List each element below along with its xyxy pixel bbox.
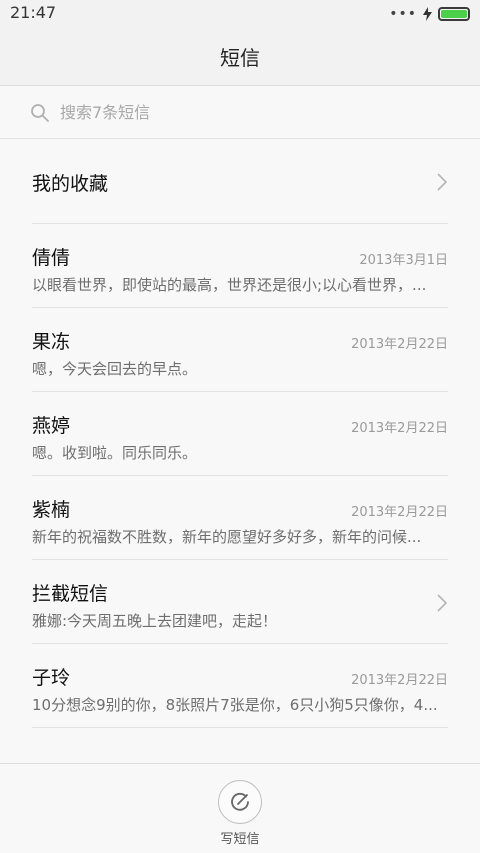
message-date: 2013年2月22日 <box>351 421 448 436</box>
search-input[interactable] <box>60 103 440 122</box>
message-preview: 10分想念9别的你，8张照片7张是你，6只小狗5只像你，4... <box>32 696 438 714</box>
blocked-messages-row[interactable]: 拦截短信 雅娜:今天周五晚上去团建吧，走起！ <box>0 560 480 644</box>
charging-bolt-icon <box>423 7 432 21</box>
message-date: 2013年2月22日 <box>351 337 448 352</box>
contact-name: 紫楠 <box>32 499 71 521</box>
title-bar: 短信 <box>0 28 480 86</box>
battery-icon <box>438 7 470 21</box>
message-date: 2013年3月1日 <box>359 253 448 268</box>
status-time: 21:47 <box>10 3 57 22</box>
blocked-messages-title: 拦截短信 <box>32 583 109 605</box>
conversation-row[interactable]: 子玲 2013年2月22日 10分想念9别的你，8张照片7张是你，6只小狗5只像… <box>0 644 480 728</box>
favorites-label: 我的收藏 <box>32 173 109 195</box>
signal-icon: ••• <box>389 6 417 22</box>
message-preview: 嗯，今天会回去的早点。 <box>32 360 198 378</box>
conversation-row[interactable]: 燕婷 2013年2月22日 嗯。收到啦。同乐同乐。 <box>0 392 480 476</box>
status-icons: ••• <box>389 6 470 22</box>
compose-button[interactable] <box>218 780 262 824</box>
conversation-row[interactable]: 倩倩 2013年3月1日 以眼看世界，即使站的最高，世界还是很小;以心看世界，.… <box>0 224 480 308</box>
message-preview: 新年的祝福数不胜数，新年的愿望好多好多，新年的问候... <box>32 528 422 546</box>
page-title: 短信 <box>220 46 260 70</box>
battery-level <box>441 10 467 18</box>
message-date: 2013年2月22日 <box>351 673 448 688</box>
compose-icon <box>231 792 249 811</box>
search-icon <box>31 103 49 122</box>
contact-name: 子玲 <box>32 667 71 689</box>
contact-name: 倩倩 <box>32 247 71 269</box>
message-preview: 雅娜:今天周五晚上去团建吧，走起！ <box>32 612 278 630</box>
message-date: 2013年2月22日 <box>351 505 448 520</box>
search-bar[interactable] <box>0 87 480 139</box>
bottom-bar: 写短信 <box>0 763 480 853</box>
conversation-list: 我的收藏 倩倩 2013年3月1日 以眼看世界，即使站的最高，世界还是很小;以心… <box>0 140 480 728</box>
message-preview: 以眼看世界，即使站的最高，世界还是很小;以心看世界，... <box>32 276 427 294</box>
conversation-row[interactable]: 果冻 2013年2月22日 嗯，今天会回去的早点。 <box>0 308 480 392</box>
favorites-row[interactable]: 我的收藏 <box>0 140 480 224</box>
contact-name: 果冻 <box>32 331 71 353</box>
status-bar: 21:47 ••• <box>0 0 480 28</box>
divider <box>32 727 448 728</box>
conversation-row[interactable]: 紫楠 2013年2月22日 新年的祝福数不胜数，新年的愿望好多好多，新年的问候.… <box>0 476 480 560</box>
message-preview: 嗯。收到啦。同乐同乐。 <box>32 444 198 462</box>
compose-label: 写短信 <box>220 832 260 847</box>
chevron-right-icon <box>437 173 448 191</box>
contact-name: 燕婷 <box>32 415 71 437</box>
